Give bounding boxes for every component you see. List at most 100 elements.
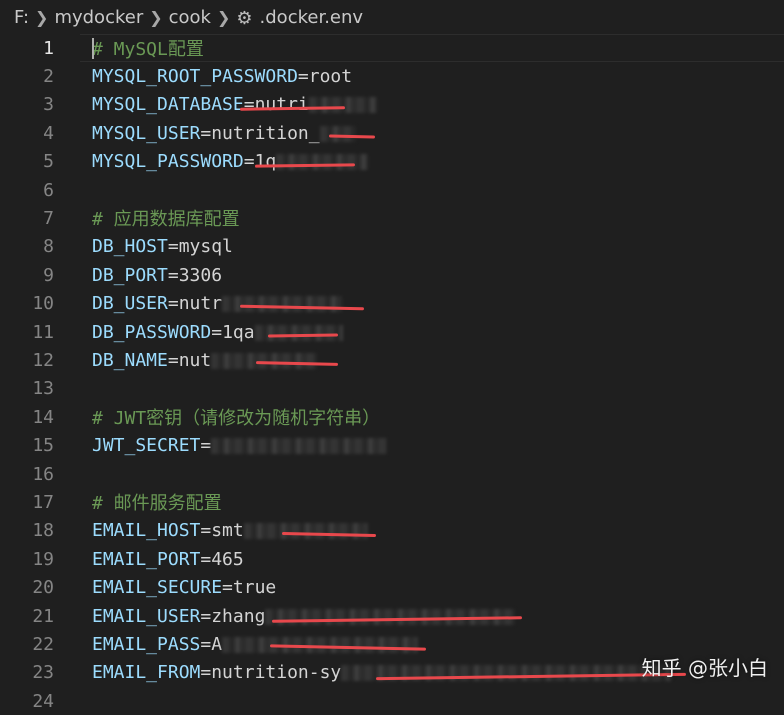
env-key: JWT_SECRET [92,435,201,457]
code-line[interactable]: 8 DB_HOST=mysql [0,233,784,261]
code-text: MYSQL_PASSWORD=1q [92,151,369,173]
code-text: EMAIL_SECURE=true [92,577,276,598]
env-key: MYSQL_PASSWORD [92,151,244,173]
env-key: DB_PORT [92,264,168,286]
equals-sign: = [200,662,212,684]
equals-sign: = [200,520,212,542]
redaction-blur [254,324,343,341]
breadcrumb-drive[interactable]: F: [14,7,29,28]
code-line[interactable]: 20 EMAIL_SECURE=true [0,574,784,602]
env-key: EMAIL_HOST [92,520,201,542]
env-key: DB_NAME [92,349,168,371]
line-number: 19 [32,548,54,570]
code-line[interactable]: 15 JWT_SECRET= [0,432,784,460]
line-number: 24 [32,690,54,712]
code-text: JWT_SECRET= [92,435,388,457]
breadcrumb-folder-mydocker[interactable]: mydocker [54,7,143,28]
code-text: DB_PORT=3306 [92,265,222,286]
breadcrumb-folder-cook[interactable]: cook [169,7,211,28]
line-number: 18 [32,520,54,542]
env-value: root [308,65,353,87]
breadcrumb-file-label: .docker.env [259,6,364,28]
line-number: 12 [32,349,54,371]
equals-sign: = [297,65,309,87]
code-text: EMAIL_HOST=smt [92,520,368,541]
code-line[interactable]: 6 [0,176,784,204]
equals-sign: = [200,548,212,570]
redaction-blur [276,154,369,171]
code-text: MYSQL_DATABASE=nutri [92,94,377,115]
code-text: # 邮件服务配置 [92,489,222,515]
code-line[interactable]: 19 EMAIL_PORT=465 [0,545,784,573]
line-number: 2 [43,65,54,87]
comment-text: # 邮件服务配置 [92,493,222,515]
code-line[interactable]: 11 DB_PASSWORD=1qa [0,318,784,346]
text-cursor [92,38,94,59]
equals-sign: = [211,321,223,343]
code-line[interactable]: 12 DB_NAME=nut [0,346,784,374]
env-value: zhang [211,605,266,627]
equals-sign: = [200,435,212,457]
equals-sign: = [167,293,179,315]
code-text: MYSQL_USER=nutrition_ [92,123,356,144]
redaction-blur [243,523,368,540]
comment-text: # JWT密钥（请修改为随机字符串） [92,408,381,430]
code-text: DB_NAME=nut [92,349,318,371]
code-line[interactable]: 13 [0,375,784,403]
line-number: 8 [43,236,54,258]
env-value: nutrition-sy [211,662,342,684]
code-line[interactable]: 24 [0,687,784,715]
equals-sign: = [222,577,233,599]
redaction-blur [211,438,388,455]
code-line[interactable]: 2 MYSQL_ROOT_PASSWORD=root [0,62,784,90]
comment-text: # MySQL配置 [92,39,204,60]
line-number: 6 [43,179,54,201]
chevron-right-icon: ❯ [216,7,231,27]
line-number: 21 [32,605,54,627]
env-value: true [232,577,277,599]
code-line[interactable]: 14 # JWT密钥（请修改为随机字符串） [0,403,784,431]
env-key: MYSQL_ROOT_PASSWORD [92,65,298,87]
line-number: 23 [32,662,54,684]
code-line[interactable]: 10 DB_USER=nutr [0,290,784,318]
watermark: 知乎 @张小白 [641,656,768,680]
code-line[interactable]: 7 # 应用数据库配置 [0,204,784,232]
code-line[interactable]: 18 EMAIL_HOST=smt [0,517,784,545]
env-value: A [211,633,223,655]
line-number: 17 [32,491,54,513]
env-key: EMAIL_PORT [92,548,201,570]
code-line[interactable]: 3 MYSQL_DATABASE=nutri [0,91,784,119]
code-text: # MySQL配置 [92,35,204,61]
code-line[interactable]: 21 EMAIL_USER=zhang [0,602,784,630]
code-line[interactable]: 1 # MySQL配置 [0,34,784,62]
line-number: 4 [43,122,54,144]
code-line[interactable]: 17 # 邮件服务配置 [0,488,784,516]
line-number: 5 [43,151,54,173]
equals-sign: = [200,605,212,627]
env-value: 3306 [178,264,223,286]
code-text: DB_HOST=mysql [92,236,233,257]
code-text: # JWT密钥（请修改为随机字符串） [92,404,380,430]
code-line[interactable]: 5 MYSQL_PASSWORD=1q [0,148,784,176]
code-editor[interactable]: 1 # MySQL配置 2 MYSQL_ROOT_PASSWORD=root 3 MYSQ… [0,34,784,712]
code-line[interactable]: 16 [0,460,784,488]
equals-sign: = [243,94,255,116]
env-value: smt [211,520,244,542]
code-line[interactable]: 9 DB_PORT=3306 [0,261,784,289]
env-key: DB_USER [92,293,168,315]
line-number: 20 [32,577,54,599]
env-value: nut [178,349,212,371]
env-key: EMAIL_PASS [92,633,201,655]
code-line[interactable]: 4 MYSQL_USER=nutrition_ [0,119,784,147]
line-number: 1 [43,37,54,59]
line-number: 14 [32,406,54,428]
breadcrumb-file[interactable]: ⚙ .docker.env [236,6,364,29]
equals-sign: = [200,633,212,655]
env-key: EMAIL_USER [92,605,201,627]
code-text: EMAIL_PASS=A [92,633,419,655]
env-key: EMAIL_SECURE [92,577,223,599]
comment-text: # 应用数据库配置 [92,209,240,231]
line-number: 11 [32,321,54,343]
equals-sign: = [200,122,212,144]
code-text: EMAIL_PORT=465 [92,549,244,570]
